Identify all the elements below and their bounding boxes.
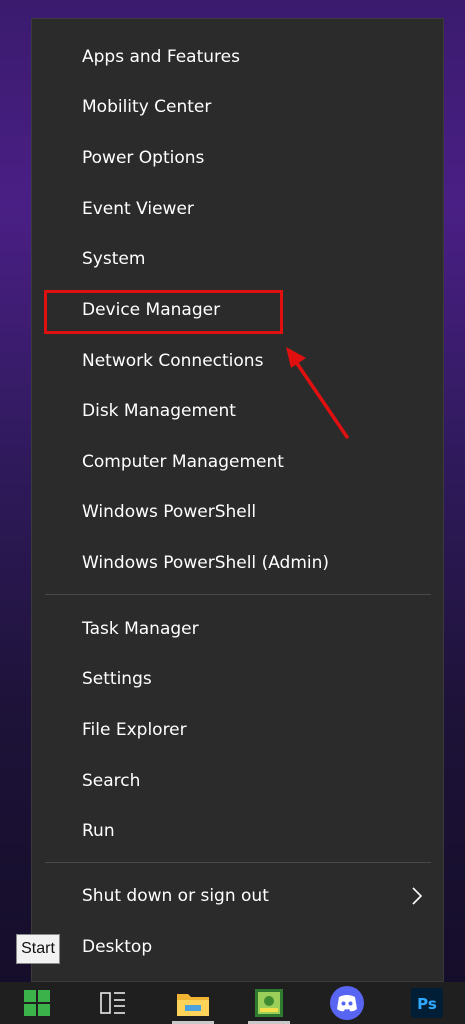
menu-item-disk-management[interactable]: Disk Management xyxy=(32,386,443,436)
device-manager-highlight-box xyxy=(44,290,283,334)
menu-item-label: Shut down or sign out xyxy=(82,886,269,906)
discord-button[interactable] xyxy=(318,982,376,1024)
menu-item-apps-and-features[interactable]: Apps and Features xyxy=(32,32,443,82)
app-icon xyxy=(255,989,283,1017)
chevron-right-icon xyxy=(412,887,423,905)
taskbar-app-button[interactable] xyxy=(240,982,298,1024)
annotation-arrow-icon xyxy=(286,347,349,439)
start-tooltip: Start xyxy=(16,934,60,964)
menu-item-label: Event Viewer xyxy=(82,199,194,219)
file-explorer-button[interactable] xyxy=(164,982,222,1024)
menu-item-computer-management[interactable]: Computer Management xyxy=(32,437,443,487)
menu-item-label: Run xyxy=(82,821,115,841)
windows-start-icon xyxy=(24,990,50,1016)
photoshop-icon: Ps xyxy=(411,988,443,1018)
menu-separator xyxy=(45,594,431,595)
menu-item-label: System xyxy=(82,249,146,269)
photoshop-button[interactable]: Ps xyxy=(398,982,456,1024)
menu-item-power-options[interactable]: Power Options xyxy=(32,133,443,183)
menu-item-label: Mobility Center xyxy=(82,97,212,117)
menu-item-system[interactable]: System xyxy=(32,234,443,284)
discord-icon xyxy=(330,986,364,1020)
menu-item-label: Desktop xyxy=(82,937,153,957)
menu-item-file-explorer[interactable]: File Explorer xyxy=(32,705,443,755)
menu-item-label: Network Connections xyxy=(82,351,264,371)
winx-context-menu: Apps and Features Mobility Center Power … xyxy=(31,18,444,982)
task-view-button[interactable] xyxy=(86,982,138,1024)
menu-separator xyxy=(45,862,431,863)
menu-item-network-connections[interactable]: Network Connections xyxy=(32,336,443,386)
menu-item-windows-powershell-admin[interactable]: Windows PowerShell (Admin) xyxy=(32,538,443,588)
taskbar: Ps xyxy=(0,982,465,1024)
menu-item-shut-down-or-sign-out[interactable]: Shut down or sign out xyxy=(32,871,443,921)
menu-item-label: Power Options xyxy=(82,148,205,168)
photoshop-icon-text: Ps xyxy=(417,995,437,1013)
menu-item-event-viewer[interactable]: Event Viewer xyxy=(32,184,443,234)
menu-item-settings[interactable]: Settings xyxy=(32,654,443,704)
menu-item-label: Computer Management xyxy=(82,452,284,472)
menu-item-task-manager[interactable]: Task Manager xyxy=(32,604,443,654)
menu-item-windows-powershell[interactable]: Windows PowerShell xyxy=(32,487,443,537)
menu-item-label: Windows PowerShell xyxy=(82,502,257,522)
menu-item-label: Task Manager xyxy=(82,619,199,639)
menu-item-label: Settings xyxy=(82,669,152,689)
menu-item-label: Search xyxy=(82,771,141,791)
menu-item-mobility-center[interactable]: Mobility Center xyxy=(32,82,443,132)
menu-item-label: Windows PowerShell (Admin) xyxy=(82,553,330,573)
menu-item-label: Disk Management xyxy=(82,401,236,421)
start-button[interactable] xyxy=(0,982,76,1024)
menu-item-search[interactable]: Search xyxy=(32,756,443,806)
menu-item-label: File Explorer xyxy=(82,720,187,740)
menu-item-desktop[interactable]: Desktop xyxy=(32,922,443,972)
task-view-icon xyxy=(100,992,125,1014)
menu-item-label: Apps and Features xyxy=(82,47,240,67)
menu-item-run[interactable]: Run xyxy=(32,806,443,856)
file-explorer-icon xyxy=(177,994,209,1016)
